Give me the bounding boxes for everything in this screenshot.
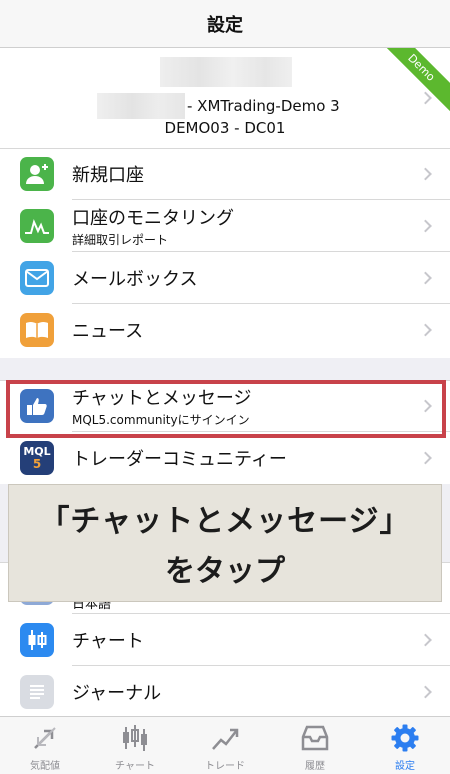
chevron-right-icon [419,323,432,337]
tab-label: トレード [205,761,245,772]
tab-chart[interactable]: チャート [90,717,180,774]
row-label: ジャーナル [72,683,162,704]
row-traders-community[interactable]: MQL 5 トレーダーコミュニティー [0,432,450,484]
chart-icon [123,725,147,751]
history-icon [301,725,329,751]
trade-icon [212,728,239,750]
tab-history[interactable]: 履歴 [270,717,360,774]
instruction-line-1: 「チャットとメッセージ」 [39,504,411,539]
tab-quotes[interactable]: 気配値 [0,717,90,774]
row-journal[interactable]: ジャーナル [0,666,450,718]
row-new-account[interactable]: 新規口座 [0,148,450,200]
tab-label: 設定 [395,761,415,772]
tab-trade[interactable]: トレード [180,717,270,774]
row-mailbox[interactable]: メールボックス [0,252,450,304]
tab-label: チャート [115,761,155,772]
row-label: 口座のモニタリング [72,208,234,229]
row-label: ニュース [72,321,144,342]
tab-settings[interactable]: 設定 [360,717,450,774]
account-name-redacted [160,57,292,87]
book-icon [20,313,54,347]
chevron-right-icon [419,219,432,233]
instruction-line-2: をタップ [165,554,285,589]
add-user-icon [20,157,54,191]
mail-icon [20,261,54,295]
account-card[interactable]: - XMTrading-Demo 3 DEMO03 - DC01 Demo [0,48,450,148]
row-chart[interactable]: チャート [0,614,450,666]
account-login: DEMO03 - DC01 [164,119,286,137]
chevron-right-icon [419,685,432,699]
row-label: トレーダーコミュニティー [72,449,287,470]
chevron-right-icon [419,451,432,465]
navigation-bar: 設定 [0,0,450,48]
row-label: チャート [72,631,144,652]
instruction-overlay: 「チャットとメッセージ」 をタップ [8,484,442,602]
row-sublabel: 詳細取引レポート [72,233,169,247]
row-news[interactable]: ニュース [0,304,450,356]
journal-icon [20,675,54,709]
settings-icon [391,724,419,752]
highlight-frame [6,380,446,438]
settings-group-account: 新規口座 口座のモニタリング 詳細取引レポート メールボックス ニュース [0,148,450,358]
tab-bar: 気配値 チャート トレード 履歴 設定 [0,716,450,774]
tab-label: 履歴 [305,761,325,772]
mql5-icon: MQL 5 [20,441,54,475]
quotes-icon [34,727,56,749]
tab-label: 気配値 [30,761,60,772]
account-number-redacted [97,93,185,119]
account-server: - XMTrading-Demo 3 [187,97,340,115]
chevron-right-icon [419,271,432,285]
candlestick-icon [20,623,54,657]
monitoring-icon [20,209,54,243]
row-label: メールボックス [72,269,198,290]
demo-ribbon: Demo [375,48,450,114]
row-label: 新規口座 [72,165,144,186]
page-title: 設定 [207,14,243,36]
chevron-right-icon [419,633,432,647]
row-account-monitoring[interactable]: 口座のモニタリング 詳細取引レポート [0,200,450,252]
chevron-right-icon [419,167,432,181]
chevron-right-icon [419,91,432,105]
